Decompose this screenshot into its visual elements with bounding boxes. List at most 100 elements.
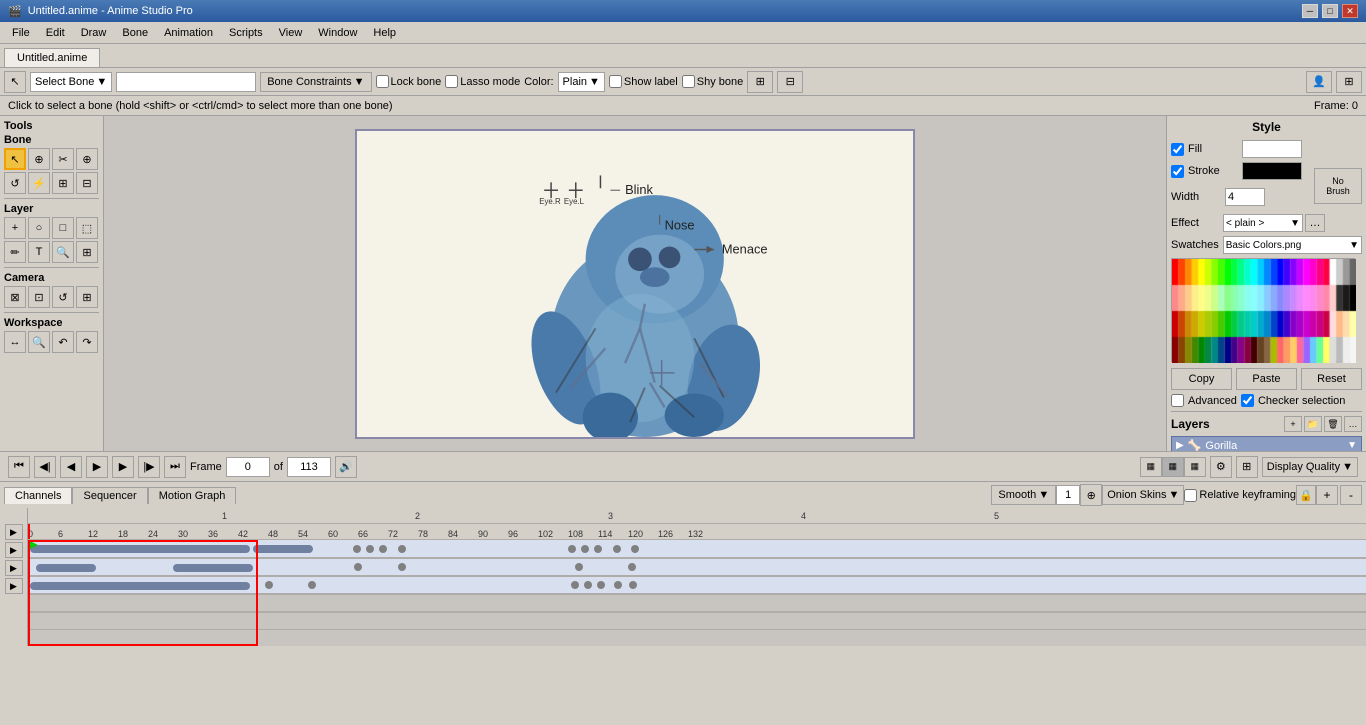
menu-edit[interactable]: Edit (38, 25, 73, 41)
layer-text-tool[interactable]: T (28, 241, 50, 263)
layer-gorilla[interactable]: ▶ 🦴 Gorilla ▼ (1171, 436, 1362, 451)
view-btn-3[interactable]: ▦ (1184, 457, 1206, 477)
menu-draw[interactable]: Draw (73, 25, 115, 41)
tl-play[interactable]: ▶ (86, 456, 108, 478)
lock-bone-checkbox[interactable] (376, 75, 389, 88)
tl-left-btn-3[interactable]: ▶ (5, 560, 23, 576)
workspace-undo-tool[interactable]: ↶ (52, 331, 74, 353)
tl-left-btn-2[interactable]: ▶ (5, 542, 23, 558)
bone-reparent-tool[interactable]: ⊞ (52, 172, 74, 194)
menu-file[interactable]: File (4, 25, 38, 41)
color-plain-dropdown[interactable]: Plain ▼ (558, 72, 605, 92)
minimize-button[interactable]: ─ (1302, 4, 1318, 18)
paste-button[interactable]: Paste (1236, 368, 1297, 390)
checker-selection-checkbox[interactable] (1241, 394, 1254, 407)
bone-add-tool[interactable]: ⊕ (28, 148, 50, 170)
copy-button[interactable]: Copy (1171, 368, 1232, 390)
layers-add-btn[interactable]: + (1284, 416, 1302, 432)
layer-select-tool[interactable]: □ (52, 217, 74, 239)
canvas-frame[interactable]: Eye.R Eye.L Blink Nose Menace (355, 129, 915, 439)
reset-button[interactable]: Reset (1301, 368, 1362, 390)
layer-transform-tool[interactable]: ⬚ (76, 217, 98, 239)
menu-animation[interactable]: Animation (156, 25, 221, 41)
maximize-button[interactable]: □ (1322, 4, 1338, 18)
camera-rotate-tool[interactable]: ↺ (52, 286, 74, 308)
select-bone-dropdown[interactable]: Select Bone ▼ (30, 72, 112, 92)
toolbar-icon-btn-1[interactable]: ⊞ (747, 71, 773, 93)
camera-extra-tool[interactable]: ⊞ (76, 286, 98, 308)
advanced-checkbox[interactable] (1171, 394, 1184, 407)
camera-zoom-tool[interactable]: ⊡ (28, 286, 50, 308)
onion-skins-dropdown[interactable]: Onion Skins ▼ (1102, 485, 1184, 505)
tab-motion-graph[interactable]: Motion Graph (148, 487, 237, 504)
tl-zoom-in[interactable]: + (1316, 485, 1338, 505)
layer-zoom-tool[interactable]: 🔍 (52, 241, 74, 263)
shy-bone-checkbox[interactable] (682, 75, 695, 88)
select-tool-arrow[interactable]: ↖ (4, 71, 26, 93)
tl-prev-keyframe[interactable]: ◀| (34, 456, 56, 478)
tab-untitled-anime[interactable]: Untitled.anime (4, 48, 100, 67)
tl-left-btn-1[interactable]: ▶ (5, 524, 23, 540)
layer-options-icon[interactable]: ▼ (1347, 440, 1357, 451)
layers-more-btn[interactable]: … (1344, 416, 1362, 432)
interpolation-dropdown[interactable]: Smooth ▼ (991, 485, 1056, 505)
layer-edit-tool[interactable]: ✏ (4, 241, 26, 263)
tl-extra-btn[interactable]: ⊞ (1236, 456, 1258, 478)
workspace-redo-tool[interactable]: ↷ (76, 331, 98, 353)
relative-keyframing-checkbox[interactable] (1184, 489, 1197, 502)
bone-strength-tool[interactable]: ⚡ (28, 172, 50, 194)
interpolation-value-input[interactable] (1056, 485, 1080, 505)
camera-pan-tool[interactable]: ⊠ (4, 286, 26, 308)
tl-step-forward[interactable]: ▶ (112, 456, 134, 478)
layer-add-tool[interactable]: + (4, 217, 26, 239)
view-btn-1[interactable]: ▦ (1140, 457, 1162, 477)
frame-input[interactable]: 0 (226, 457, 270, 477)
menu-view[interactable]: View (271, 25, 311, 41)
profile-icon-btn[interactable]: 👤 (1306, 71, 1332, 93)
bone-target-tool[interactable]: ⊕ (76, 148, 98, 170)
fill-checkbox[interactable] (1171, 143, 1184, 156)
display-quality-dropdown[interactable]: Display Quality ▼ (1262, 457, 1358, 477)
width-input[interactable]: 4 (1225, 188, 1265, 206)
menu-bone[interactable]: Bone (114, 25, 156, 41)
close-button[interactable]: ✕ (1342, 4, 1358, 18)
layers-folder-btn[interactable]: 📁 (1304, 416, 1322, 432)
tl-goto-end[interactable]: ⏭ (164, 456, 186, 478)
view-btn-2[interactable]: ▦ (1162, 457, 1184, 477)
tl-interp-btn[interactable]: ⊕ (1080, 484, 1102, 506)
tl-step-back[interactable]: ◀ (60, 456, 82, 478)
toolbar-icon-btn-2[interactable]: ⊟ (777, 71, 803, 93)
tab-channels[interactable]: Channels (4, 487, 72, 504)
bone-constraints-button[interactable]: Bone Constraints ▼ (260, 72, 371, 92)
layer-circle-tool[interactable]: ○ (28, 217, 50, 239)
no-brush-button[interactable]: NoBrush (1314, 168, 1362, 204)
tl-next-keyframe[interactable]: |▶ (138, 456, 160, 478)
bone-select-tool[interactable]: ↖ (4, 148, 26, 170)
layer-extra-tool[interactable]: ⊞ (76, 241, 98, 263)
settings-icon-btn[interactable]: ⊞ (1336, 71, 1362, 93)
bone-cut-tool[interactable]: ✂ (52, 148, 74, 170)
menu-window[interactable]: Window (310, 25, 365, 41)
lasso-mode-checkbox[interactable] (445, 75, 458, 88)
fill-color-swatch[interactable] (1242, 140, 1302, 158)
effect-dropdown[interactable]: < plain > ▼ (1223, 214, 1303, 232)
bone-delete-tool[interactable]: ⊟ (76, 172, 98, 194)
stroke-checkbox[interactable] (1171, 165, 1184, 178)
tl-goto-start[interactable]: ⏮ (8, 456, 30, 478)
bone-rotate-tool[interactable]: ↺ (4, 172, 26, 194)
tl-audio-btn[interactable]: 🔊 (335, 456, 357, 478)
swatches-dropdown[interactable]: Basic Colors.png ▼ (1223, 236, 1362, 254)
workspace-move-tool[interactable]: ↔ (4, 331, 26, 353)
bone-name-input[interactable] (116, 72, 256, 92)
tl-zoom-out[interactable]: - (1340, 485, 1362, 505)
tl-settings-btn[interactable]: ⚙ (1210, 456, 1232, 478)
layers-delete-btn[interactable]: 🗑 (1324, 416, 1342, 432)
stroke-color-swatch[interactable] (1242, 162, 1302, 180)
effect-settings-btn[interactable]: … (1305, 214, 1325, 232)
show-label-checkbox[interactable] (609, 75, 622, 88)
workspace-zoom-tool[interactable]: 🔍 (28, 331, 50, 353)
tl-left-btn-4[interactable]: ▶ (5, 578, 23, 594)
tab-sequencer[interactable]: Sequencer (72, 487, 147, 504)
menu-help[interactable]: Help (365, 25, 404, 41)
total-frames-input[interactable]: 113 (287, 457, 331, 477)
